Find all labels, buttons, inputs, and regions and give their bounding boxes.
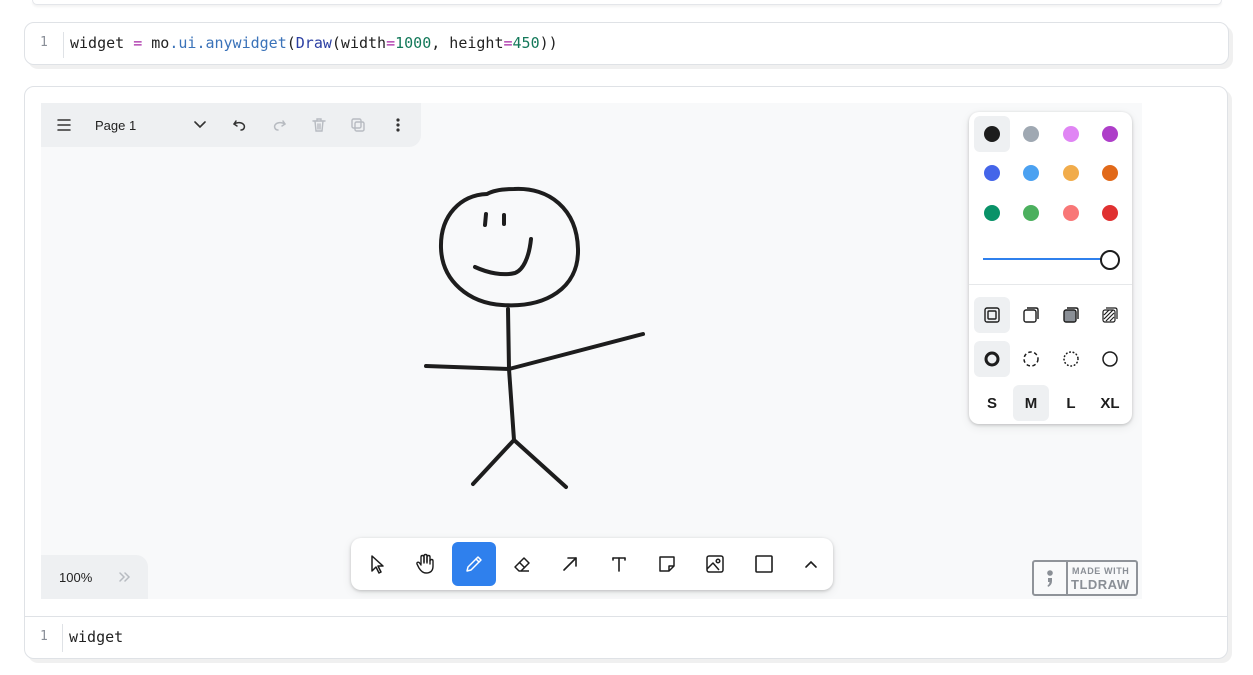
- color-dot: [1102, 165, 1118, 181]
- toolbar: [351, 538, 833, 590]
- code-cell[interactable]: 1 widget = mo.ui.anywidget(Draw(width=10…: [24, 22, 1229, 65]
- line-number: 1: [40, 629, 48, 644]
- image-icon[interactable]: [693, 542, 737, 586]
- chevron-down-icon[interactable]: [184, 109, 216, 141]
- color-dot: [984, 205, 1000, 221]
- more-vertical-icon[interactable]: [382, 109, 414, 141]
- opacity-slider-thumb[interactable]: [1100, 250, 1120, 270]
- code-token: (width: [331, 34, 387, 52]
- color-dot: [1063, 205, 1079, 221]
- size-s-button[interactable]: S: [974, 385, 1010, 421]
- color-swatch-violet[interactable]: [1092, 116, 1128, 152]
- code-attribute: ui: [178, 34, 197, 52]
- color-dot: [1023, 205, 1039, 221]
- fill-none-icon[interactable]: [974, 297, 1010, 333]
- color-swatch-light-blue[interactable]: [1013, 155, 1049, 191]
- color-swatch-green[interactable]: [974, 195, 1010, 231]
- color-dot: [1023, 126, 1039, 142]
- code-class: Draw: [295, 34, 332, 52]
- color-dot: [1023, 165, 1039, 181]
- code-token: mo: [142, 34, 170, 52]
- output-divider: [25, 616, 1227, 617]
- color-swatch-blue[interactable]: [974, 155, 1010, 191]
- previous-cell-edge: [32, 0, 1222, 5]
- color-dot: [1102, 126, 1118, 142]
- redo-icon[interactable]: [263, 109, 295, 141]
- navigation-panel: 100%: [41, 555, 148, 599]
- color-swatch-grey[interactable]: [1013, 116, 1049, 152]
- gutter-divider: [63, 32, 64, 58]
- code-attribute: anywidget: [205, 34, 287, 52]
- page-name[interactable]: Page 1: [95, 118, 136, 133]
- dash-dashed-icon[interactable]: [1013, 341, 1049, 377]
- size-m-button[interactable]: M: [1013, 385, 1049, 421]
- color-dot: [984, 126, 1000, 142]
- color-dot: [1063, 165, 1079, 181]
- color-dot: [1102, 205, 1118, 221]
- code-token: )): [539, 34, 558, 52]
- duplicate-icon[interactable]: [342, 109, 374, 141]
- line-number: 1: [40, 35, 48, 50]
- color-swatch-black[interactable]: [974, 116, 1010, 152]
- menu-bar: Page 1: [41, 103, 421, 147]
- arrow-icon[interactable]: [548, 542, 592, 586]
- text-icon[interactable]: [597, 542, 641, 586]
- hand-icon[interactable]: [403, 542, 447, 586]
- color-swatch-red[interactable]: [1092, 195, 1128, 231]
- dash-solid-icon[interactable]: [1092, 341, 1128, 377]
- gutter-divider: [62, 624, 63, 652]
- fill-solid-icon[interactable]: [1053, 297, 1089, 333]
- code-operator: =: [386, 34, 396, 52]
- note-icon[interactable]: [645, 542, 689, 586]
- color-dot: [984, 165, 1000, 181]
- tldraw-logo-icon: [1034, 562, 1068, 594]
- zoom-level[interactable]: 100%: [59, 570, 92, 585]
- fill-pattern-icon[interactable]: [1092, 297, 1128, 333]
- code-token: , height: [431, 34, 504, 52]
- code-number: 1000: [395, 34, 432, 52]
- size-xl-button[interactable]: XL: [1092, 385, 1128, 421]
- size-l-button[interactable]: L: [1053, 385, 1089, 421]
- panel-divider: [969, 284, 1132, 285]
- code-token: (: [286, 34, 296, 52]
- draw-icon[interactable]: [452, 542, 496, 586]
- code-number: 450: [512, 34, 540, 52]
- fill-semi-icon[interactable]: [1013, 297, 1049, 333]
- code-operator: =: [503, 34, 513, 52]
- code-line[interactable]: widget = mo.ui.anywidget(Draw(width=1000…: [70, 34, 558, 52]
- menu-icon[interactable]: [48, 109, 80, 141]
- eraser-icon[interactable]: [500, 542, 544, 586]
- style-panel: S M L XL: [969, 112, 1132, 424]
- code-operator: =: [133, 34, 143, 52]
- tldraw-canvas[interactable]: Page 1 S M L XL 100% MADE WITH TLDRAW: [41, 103, 1142, 599]
- color-swatch-light-violet[interactable]: [1053, 116, 1089, 152]
- opacity-slider-track[interactable]: [983, 258, 1109, 260]
- rectangle-icon[interactable]: [742, 542, 786, 586]
- color-dot: [1063, 126, 1079, 142]
- code-token: widget: [70, 34, 134, 52]
- tldraw-watermark[interactable]: MADE WITH TLDRAW: [1032, 560, 1138, 596]
- undo-icon[interactable]: [224, 109, 256, 141]
- chevron-up-icon[interactable]: [789, 542, 833, 586]
- color-swatch-orange[interactable]: [1092, 155, 1128, 191]
- watermark-top-text: MADE WITH: [1072, 566, 1130, 576]
- dash-dotted-icon[interactable]: [1053, 341, 1089, 377]
- select-icon[interactable]: [355, 542, 399, 586]
- trash-icon[interactable]: [303, 109, 335, 141]
- dash-draw-icon[interactable]: [974, 341, 1010, 377]
- color-swatch-yellow[interactable]: [1053, 155, 1089, 191]
- code-line[interactable]: widget: [69, 628, 123, 646]
- chevrons-right-icon[interactable]: [115, 567, 135, 587]
- color-swatch-light-green[interactable]: [1013, 195, 1049, 231]
- watermark-bottom-text: TLDRAW: [1071, 577, 1130, 592]
- color-swatch-light-red[interactable]: [1053, 195, 1089, 231]
